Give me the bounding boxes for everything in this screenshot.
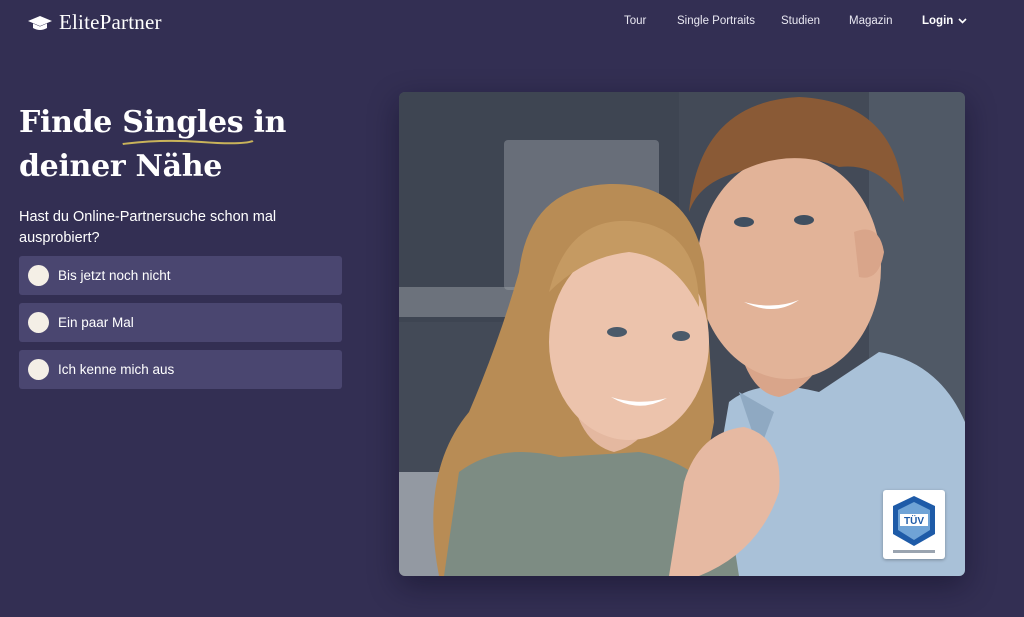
hero-photo-couple: TÜV (399, 92, 965, 576)
option-a-few-times[interactable]: Ein paar Mal (19, 303, 342, 342)
site-header: ElitePartner Tour Single Portraits Studi… (0, 0, 1024, 44)
main-nav: Tour Single Portraits Studien Magazin Lo… (0, 15, 1024, 29)
option-label: Ein paar Mal (58, 315, 134, 330)
quiz-options: Bis jetzt noch nicht Ein paar Mal Ich ke… (19, 256, 342, 397)
page-title: Finde Singles in deiner Nähe (19, 101, 359, 189)
couple-illustration (399, 92, 965, 576)
radio-button[interactable] (28, 359, 49, 380)
login-label: Login (922, 15, 954, 27)
tuv-certification-badge: TÜV (883, 490, 945, 559)
radio-button[interactable] (28, 312, 49, 333)
option-label: Ich kenne mich aus (58, 362, 175, 377)
radio-button[interactable] (28, 265, 49, 286)
nav-item-single-portraits[interactable]: Single Portraits (677, 15, 755, 27)
option-not-yet[interactable]: Bis jetzt noch nicht (19, 256, 342, 295)
login-button[interactable]: Login (922, 15, 967, 27)
option-label: Bis jetzt noch nicht (58, 268, 171, 283)
quiz-question: Hast du Online-Partnersuche schon mal au… (19, 209, 277, 246)
headline-start: Finde (19, 105, 123, 140)
chevron-down-icon (958, 18, 967, 24)
nav-item-tour[interactable]: Tour (624, 15, 646, 27)
tuv-seal-icon: TÜV (893, 496, 935, 553)
tuv-text: TÜV (904, 514, 924, 527)
squiggle-underline-icon (122, 139, 254, 145)
headline-highlight: Singles (122, 101, 254, 145)
nav-item-magazin[interactable]: Magazin (849, 15, 892, 27)
headline-highlight-text: Singles (122, 105, 244, 140)
nav-item-studien[interactable]: Studien (781, 15, 820, 27)
option-experienced[interactable]: Ich kenne mich aus (19, 350, 342, 389)
